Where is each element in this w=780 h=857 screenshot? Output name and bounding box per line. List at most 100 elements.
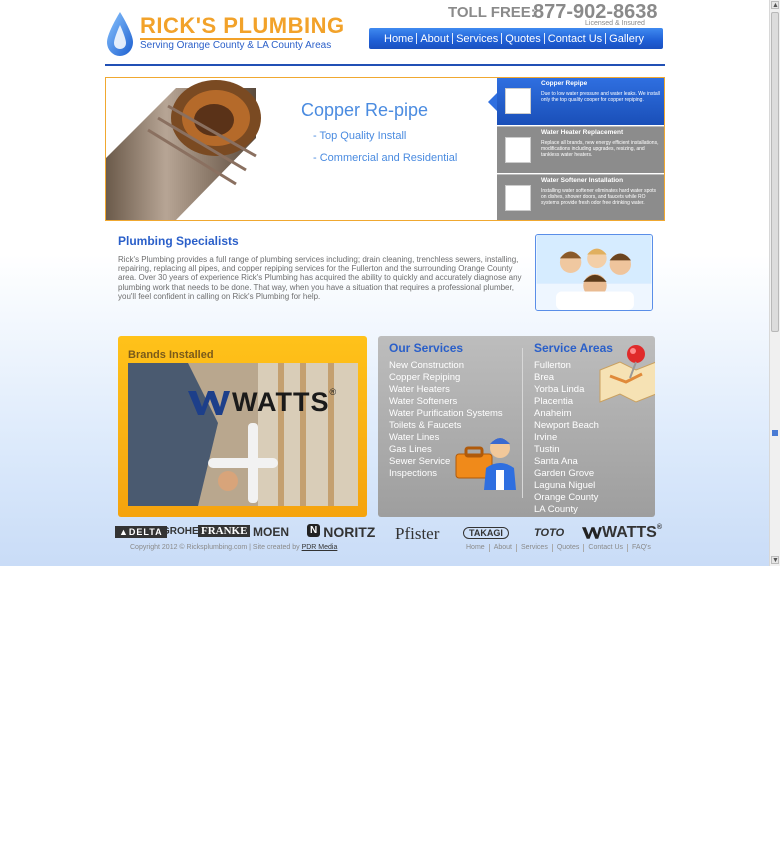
registered-mark: ® bbox=[329, 387, 337, 397]
slide-bullet: - Commercial and Residential bbox=[313, 152, 458, 164]
area-item[interactable]: Garden Grove bbox=[534, 468, 599, 480]
water-drop-logo-icon[interactable] bbox=[106, 11, 134, 57]
brand-logo-grohe: GROHE bbox=[162, 526, 199, 537]
footer-link-contact-us[interactable]: Contact Us bbox=[583, 544, 627, 552]
map-pin-icon bbox=[599, 345, 655, 403]
registered-mark: ® bbox=[656, 524, 662, 531]
water-softener-thumbnail bbox=[505, 185, 531, 211]
brand-logo-noritz: N NORITZ bbox=[307, 524, 375, 540]
nav-contact-us[interactable]: Contact Us bbox=[545, 33, 605, 45]
service-item[interactable]: New Construction bbox=[389, 360, 503, 372]
footer-link-services[interactable]: Services bbox=[515, 544, 552, 552]
service-item[interactable]: Water Heaters bbox=[389, 384, 503, 396]
watts-small-w-icon bbox=[582, 527, 602, 539]
header-divider bbox=[105, 64, 665, 66]
slide-tab-copper-repipe[interactable]: Copper Repipe Due to low water pressure … bbox=[497, 78, 664, 125]
specialists-body: Rick's Plumbing provides a full range of… bbox=[118, 255, 522, 301]
site-logo-title[interactable]: RICK'S PLUMBING bbox=[140, 13, 345, 39]
footer-link-home[interactable]: Home bbox=[466, 544, 489, 552]
nav-about[interactable]: About bbox=[417, 33, 452, 45]
specialists-heading: Plumbing Specialists bbox=[118, 234, 239, 248]
brand-logo-watts: WATTS® bbox=[582, 524, 662, 542]
nav-gallery[interactable]: Gallery bbox=[606, 33, 647, 45]
services-areas-box: Our Services New Construction Copper Rep… bbox=[378, 336, 655, 517]
brand-logo-delta: ▲DELTA bbox=[115, 526, 167, 538]
footer-link-quotes[interactable]: Quotes bbox=[551, 544, 584, 552]
column-divider bbox=[522, 348, 523, 498]
area-item[interactable]: Laguna Niguel bbox=[534, 480, 599, 492]
footer-nav: Home About Services Quotes Contact Us FA… bbox=[466, 544, 655, 552]
copper-pipe-thumbnail bbox=[505, 88, 531, 114]
watts-brand-logo: WATTS ® bbox=[188, 387, 336, 418]
brand-logo-franke: FRANKE bbox=[198, 525, 251, 537]
slide-tab-desc: Due to low water pressure and water leak… bbox=[541, 91, 660, 103]
area-item[interactable]: Anaheim bbox=[534, 408, 599, 420]
plumber-at-work-image bbox=[128, 363, 358, 506]
copyright-text: Copyright 2012 © Ricksplumbing.com | Sit… bbox=[130, 544, 337, 551]
site-tagline: Serving Orange County & LA County Areas bbox=[140, 40, 332, 51]
slide-tab-title: Water Softener Installation bbox=[541, 177, 624, 184]
nav-separator bbox=[452, 33, 454, 44]
main-nav: Home About Services Quotes Contact Us Ga… bbox=[369, 28, 663, 49]
brands-photo: WATTS ® bbox=[128, 363, 358, 506]
area-item[interactable]: Fullerton bbox=[534, 360, 599, 372]
footer-link-faqs[interactable]: FAQ's bbox=[627, 544, 655, 552]
area-item[interactable]: Brea bbox=[534, 372, 599, 384]
slide-bullet: - Top Quality Install bbox=[313, 130, 407, 142]
copyright-label: Copyright 2012 © Ricksplumbing.com | Sit… bbox=[130, 544, 300, 551]
brand-logos-strip: ▲DELTA GROHE FRANKE MOEN N NORITZ Pfister… bbox=[115, 524, 680, 544]
brand-logo-pfister: Pfister bbox=[395, 524, 440, 543]
nav-separator bbox=[416, 33, 418, 44]
rusty-pipe-image bbox=[106, 80, 261, 220]
our-services-heading: Our Services bbox=[389, 341, 464, 355]
brand-name: WATTS bbox=[602, 524, 657, 541]
feature-slider: Copper Re-pipe - Top Quality Install - C… bbox=[105, 77, 665, 221]
service-areas-list: Fullerton Brea Yorba Linda Placentia Ana… bbox=[534, 360, 599, 516]
service-item[interactable]: Copper Repiping bbox=[389, 372, 503, 384]
area-item[interactable]: Newport Beach bbox=[534, 420, 599, 432]
nav-separator bbox=[501, 33, 503, 44]
brand-name: DELTA bbox=[128, 527, 163, 537]
service-item[interactable]: Water Purification Systems bbox=[389, 408, 503, 420]
brands-installed-box: Brands Installed WATTS ® bbox=[118, 336, 367, 517]
brand-logo-toto: TOTO bbox=[534, 527, 565, 539]
plumber-toolbox-icon bbox=[455, 438, 516, 490]
watts-wordmark: WATTS bbox=[232, 387, 330, 417]
family-photo bbox=[535, 234, 653, 311]
licensed-insured-text: Licensed & Insured bbox=[585, 20, 645, 27]
brands-installed-heading: Brands Installed bbox=[128, 349, 214, 361]
brand-logo-takagi: TAKAGI bbox=[463, 527, 509, 539]
slide-tab-water-heater[interactable]: Water Heater Replacement Replace all bra… bbox=[497, 126, 664, 173]
noritz-n-icon: N bbox=[307, 524, 321, 537]
nav-quotes[interactable]: Quotes bbox=[502, 33, 543, 45]
slide-tab-title: Copper Repipe bbox=[541, 80, 588, 87]
brand-name: NORITZ bbox=[323, 524, 376, 540]
area-item[interactable]: Placentia bbox=[534, 396, 599, 408]
water-heater-thumbnail bbox=[505, 137, 531, 163]
slide-tab-title: Water Heater Replacement bbox=[541, 129, 624, 136]
nav-separator bbox=[605, 33, 607, 44]
nav-home[interactable]: Home bbox=[381, 33, 416, 45]
slide-tab-desc: Replace all brands, new energy efficient… bbox=[541, 140, 659, 158]
pdr-media-link[interactable]: PDR Media bbox=[302, 544, 338, 551]
vertical-scrollbar[interactable]: ▲ ▼ bbox=[769, 0, 780, 566]
slide-tab-desc: Installing water softener eliminates har… bbox=[541, 188, 657, 206]
slide-headline: Copper Re-pipe bbox=[301, 100, 429, 120]
area-item[interactable]: Yorba Linda bbox=[534, 384, 599, 396]
service-item[interactable]: Water Softeners bbox=[389, 396, 503, 408]
area-item[interactable]: LA County bbox=[534, 504, 599, 516]
slide-tab-water-softener[interactable]: Water Softener Installation Installing w… bbox=[497, 174, 664, 220]
brand-logo-moen: MOEN bbox=[253, 525, 289, 539]
area-item[interactable]: Orange County bbox=[534, 492, 599, 504]
scroll-down-arrow-icon[interactable]: ▼ bbox=[771, 556, 779, 564]
scroll-up-arrow-icon[interactable]: ▲ bbox=[771, 1, 779, 9]
scrollbar-thumb[interactable] bbox=[771, 12, 779, 332]
area-item[interactable]: Tustin bbox=[534, 444, 599, 456]
toll-free-label: TOLL FREE: bbox=[448, 4, 536, 21]
nav-services[interactable]: Services bbox=[453, 33, 501, 45]
nav-separator bbox=[543, 33, 545, 44]
scroll-marker bbox=[772, 430, 778, 436]
footer-link-about[interactable]: About bbox=[488, 544, 516, 552]
area-item[interactable]: Santa Ana bbox=[534, 456, 599, 468]
area-item[interactable]: Irvine bbox=[534, 432, 599, 444]
